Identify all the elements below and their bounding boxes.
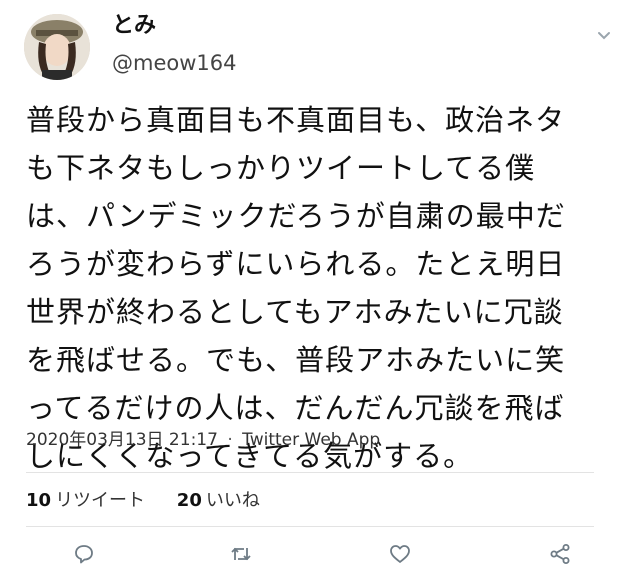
display-name[interactable]: とみ [112, 12, 156, 40]
meta-separator: · [227, 430, 233, 450]
likes-label: いいね [205, 490, 260, 511]
tweet-meta: 2020年03月13日 21:17 · Twitter Web App [26, 428, 380, 452]
user-handle[interactable]: @meow164 [112, 50, 236, 76]
retweet-icon[interactable] [229, 542, 253, 566]
retweets-count: 10 [26, 490, 52, 511]
tweet-text: 普段から真面目も不真面目も、政治ネタ も下ネタもしっかりツイートしてる僕 は、パ… [26, 103, 566, 473]
likes-stat[interactable]: 20 いいね [177, 488, 260, 514]
tweet-header: とみ @meow164 [0, 0, 620, 88]
reply-icon[interactable] [72, 542, 96, 566]
source-app-link[interactable]: Twitter Web App [242, 430, 380, 450]
divider [26, 526, 594, 527]
likes-count: 20 [176, 490, 202, 511]
engagement-stats: 10 リツイート 20 いいね [26, 488, 286, 514]
action-bar [0, 538, 620, 574]
retweets-label: リツイート [55, 490, 146, 511]
avatar[interactable] [24, 14, 90, 80]
share-icon[interactable] [548, 542, 572, 566]
heart-icon[interactable] [388, 542, 412, 566]
timestamp[interactable]: 2020年03月13日 21:17 [26, 430, 218, 450]
retweets-stat[interactable]: 10 リツイート [26, 488, 145, 514]
chevron-down-icon[interactable] [594, 28, 614, 44]
divider [26, 472, 594, 473]
